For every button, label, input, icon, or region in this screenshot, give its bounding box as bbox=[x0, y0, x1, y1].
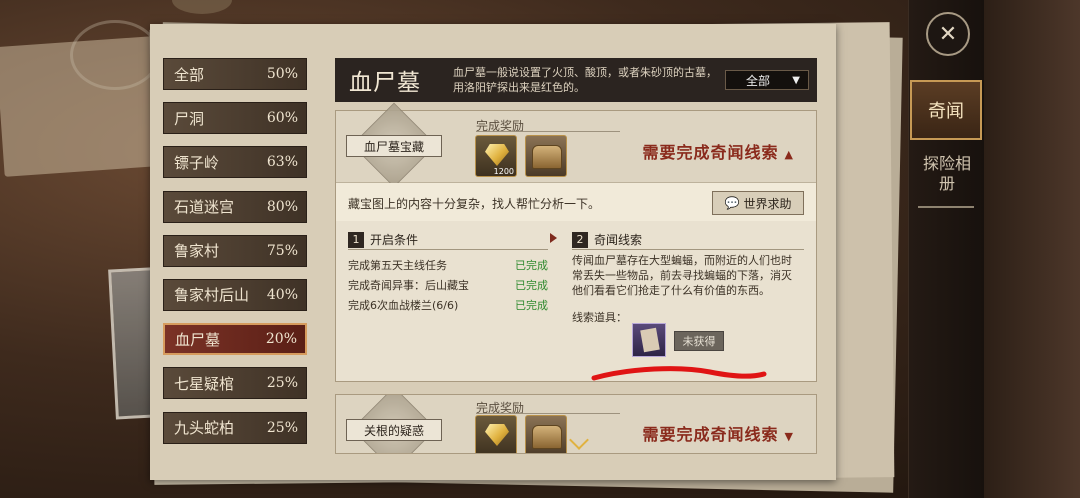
reward-diamond[interactable] bbox=[475, 415, 517, 453]
page-title: 血尸墓 bbox=[349, 70, 421, 96]
sidebar-item-corpse-cave[interactable]: 尸洞 60% bbox=[163, 102, 307, 135]
section-number: 1 bbox=[348, 231, 364, 248]
reward-count: 1200 bbox=[493, 167, 514, 176]
sidebar-item-lu-village[interactable]: 鲁家村 75% bbox=[163, 234, 307, 267]
reward-divider bbox=[476, 413, 620, 414]
diamond-icon bbox=[485, 144, 509, 166]
arrow-right-icon bbox=[550, 233, 557, 243]
diamond-icon bbox=[485, 424, 509, 446]
condition-row: 完成6次血战楼兰(6/6) 已完成 bbox=[348, 297, 548, 313]
chat-bubble-icon: 💬 bbox=[724, 196, 740, 210]
sidebar-item-lu-village-hill[interactable]: 鲁家村后山 40% bbox=[163, 278, 307, 311]
treasure-card-header[interactable]: 血尸墓宝藏 完成奖励 1200 需要完成奇闻线索 ▲ bbox=[336, 102, 816, 188]
filter-dropdown[interactable]: 全部 ▼ bbox=[725, 70, 809, 90]
background-stamp bbox=[70, 20, 160, 90]
close-icon: ✕ bbox=[938, 21, 958, 47]
sidebar-item-label: 九头蛇柏 bbox=[174, 419, 235, 437]
unlock-conditions-heading: 1 开启条件 bbox=[348, 231, 418, 248]
background-coin bbox=[172, 0, 232, 14]
condition-status: 已完成 bbox=[515, 259, 548, 272]
clue-item-label: 线索道具： bbox=[572, 311, 627, 324]
sidebar-item-label: 尸洞 bbox=[174, 109, 205, 128]
nav-divider bbox=[918, 206, 974, 208]
treasure-map-row: 藏宝图上的内容十分复杂，找人帮忙分析一下。 💬 世界求助 bbox=[336, 183, 816, 221]
close-button[interactable]: ✕ bbox=[926, 12, 970, 56]
reward-chest[interactable] bbox=[525, 415, 567, 453]
condition-status: 已完成 bbox=[515, 279, 548, 292]
sidebar-item-percent: 25% bbox=[266, 375, 298, 392]
sidebar-item-percent: 75% bbox=[266, 242, 298, 259]
sidebar-item-stone-maze[interactable]: 石道迷宫 80% bbox=[163, 190, 307, 223]
sidebar-item-percent: 80% bbox=[266, 198, 298, 215]
clue-item-slot[interactable] bbox=[632, 323, 666, 357]
filter-value: 全部 bbox=[746, 73, 771, 88]
sidebar-item-seven-star-coffin[interactable]: 七星疑棺 25% bbox=[163, 367, 307, 400]
condition-row: 完成第五天主线任务 已完成 bbox=[348, 257, 548, 273]
world-help-button[interactable]: 💬 世界求助 bbox=[712, 191, 804, 215]
section-title: 开启条件 bbox=[370, 233, 419, 247]
sidebar-item-label: 七星疑棺 bbox=[174, 374, 235, 393]
treasure-chest-icon bbox=[532, 425, 562, 449]
not-obtained-badge: 未获得 bbox=[674, 331, 724, 351]
sidebar-item-label: 镖子岭 bbox=[174, 153, 220, 172]
sidebar-item-percent: 20% bbox=[265, 331, 297, 348]
treasure-name: 血尸墓宝藏 bbox=[346, 135, 442, 157]
collapse-arrow-icon: ▲ bbox=[784, 148, 794, 161]
treasure-chest-icon bbox=[532, 145, 562, 169]
expand-arrow-icon: ▼ bbox=[784, 430, 794, 443]
reward-divider bbox=[476, 131, 620, 132]
need-clue-text: 需要完成奇闻线索 bbox=[642, 143, 779, 162]
tab-anecdotes[interactable]: 奇闻 bbox=[910, 80, 982, 140]
section-divider bbox=[572, 249, 804, 250]
section-divider bbox=[348, 249, 548, 250]
dropdown-arrow-icon: ▼ bbox=[792, 74, 800, 86]
sidebar-item-percent: 25% bbox=[266, 419, 298, 436]
condition-text: 完成6次血战楼兰(6/6) bbox=[348, 299, 459, 312]
sidebar-item-label: 石道迷宫 bbox=[174, 198, 235, 217]
sidebar-item-label: 鲁家村 bbox=[174, 242, 220, 261]
condition-row: 完成奇闻异事：后山藏宝 已完成 bbox=[348, 277, 548, 293]
sidebar-item-biaoziling[interactable]: 镖子岭 63% bbox=[163, 146, 307, 179]
sidebar-item-nine-head-cypress[interactable]: 九头蛇柏 25% bbox=[163, 411, 307, 444]
sidebar-item-percent: 60% bbox=[266, 110, 298, 127]
need-clue-text: 需要完成奇闻线索 bbox=[642, 425, 779, 444]
section-title: 奇闻线索 bbox=[594, 233, 643, 247]
location-header: 血尸墓 血尸墓一般说设置了火顶、酸顶，或者朱砂顶的古墓，用洛阳铲探出来是红色的。… bbox=[335, 58, 817, 102]
sidebar-item-percent: 40% bbox=[266, 286, 298, 303]
secondary-treasure-card[interactable]: 关根的疑惑 完成奖励 需要完成奇闻线索 ▼ bbox=[335, 394, 817, 454]
section-number: 2 bbox=[572, 231, 588, 248]
condition-text: 完成第五天主线任务 bbox=[348, 259, 447, 272]
sidebar-item-label: 血尸墓 bbox=[175, 330, 221, 349]
background-edge bbox=[984, 0, 1080, 498]
treasure-card: 血尸墓宝藏 完成奖励 1200 需要完成奇闻线索 ▲ 藏宝图上的内容十分复杂，找人… bbox=[335, 102, 817, 382]
reward-chest[interactable] bbox=[525, 135, 567, 177]
treasure-map-text: 藏宝图上的内容十分复杂，找人帮忙分析一下。 bbox=[348, 197, 601, 211]
location-sidebar: 全部 50% 尸洞 60% 镖子岭 63% 石道迷宫 80% 鲁家村 75% 鲁家村后山 4… bbox=[163, 58, 307, 456]
need-clue-toggle[interactable]: 需要完成奇闻线索 ▼ bbox=[643, 421, 794, 445]
sidebar-item-percent: 50% bbox=[266, 66, 298, 82]
right-nav-panel bbox=[908, 0, 984, 498]
document-icon bbox=[640, 327, 660, 353]
chevron-down-icon bbox=[569, 430, 589, 450]
treasure-name: 关根的疑惑 bbox=[346, 419, 442, 441]
condition-status: 已完成 bbox=[515, 299, 548, 312]
need-clue-toggle[interactable]: 需要完成奇闻线索 ▲ bbox=[643, 139, 794, 163]
condition-text: 完成奇闻异事：后山藏宝 bbox=[348, 279, 469, 292]
location-description: 血尸墓一般说设置了火顶、酸顶，或者朱砂顶的古墓，用洛阳铲探出来是红色的。 bbox=[453, 66, 717, 94]
sidebar-item-percent: 63% bbox=[266, 154, 298, 171]
world-help-label: 世界求助 bbox=[743, 196, 792, 211]
clue-heading: 2 奇闻线索 bbox=[572, 231, 642, 248]
tab-exploration-album[interactable]: 探险相册 bbox=[918, 154, 976, 194]
reward-diamond[interactable]: 1200 bbox=[475, 135, 517, 177]
sidebar-item-blood-tomb[interactable]: 血尸墓 20% bbox=[163, 323, 307, 356]
sidebar-item-label: 全部 bbox=[174, 65, 205, 84]
sidebar-item-label: 鲁家村后山 bbox=[174, 286, 250, 305]
red-annotation-stroke bbox=[591, 366, 767, 381]
sidebar-item-all[interactable]: 全部 50% bbox=[163, 58, 307, 90]
clue-description: 传闻血尸墓存在大型蝙蝠，而附近的人们也时常丢失一些物品，前去寻找蝙蝠的下落，消灭… bbox=[572, 254, 792, 297]
